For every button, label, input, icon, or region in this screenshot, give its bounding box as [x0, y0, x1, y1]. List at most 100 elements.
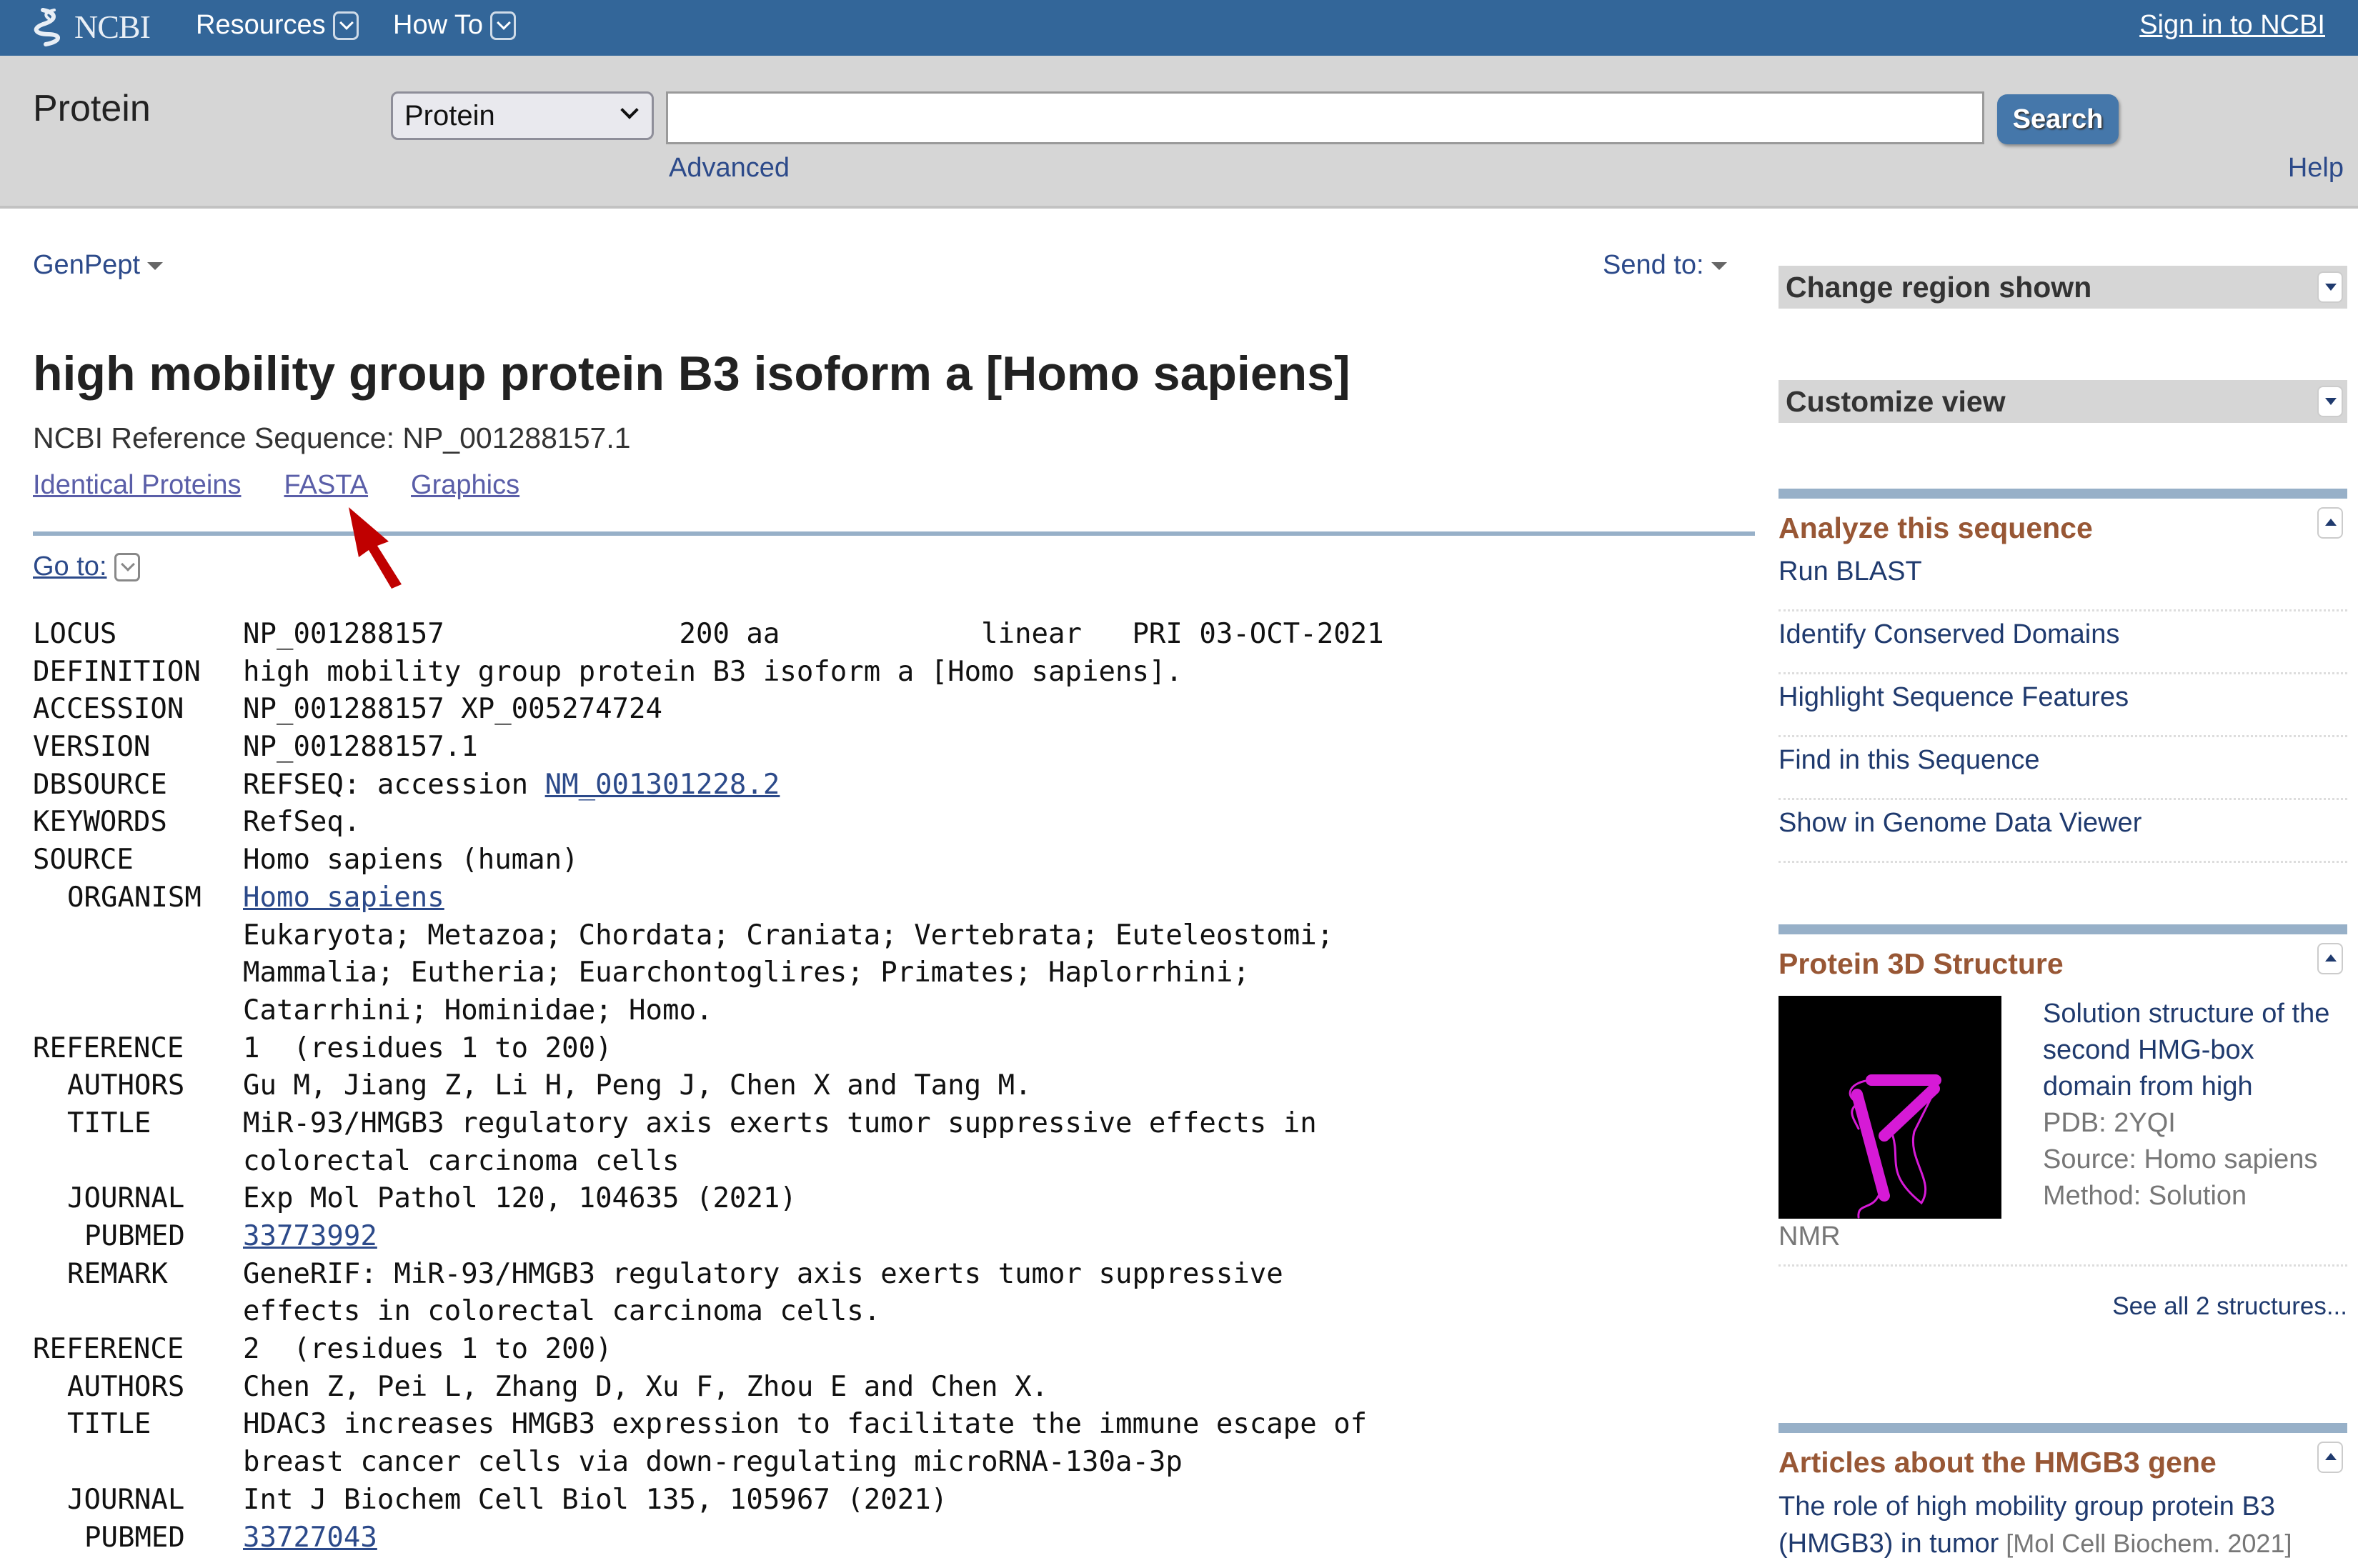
record-field-value: GeneRIF: MiR-93/HMGB3 regulatory axis ex… — [243, 1257, 1283, 1290]
graphics-link[interactable]: Graphics — [411, 470, 519, 501]
collapse-icon[interactable] — [2317, 943, 2343, 974]
record-field-key: VERSION — [33, 731, 151, 764]
format-selector[interactable]: GenPept — [33, 250, 163, 281]
article-item[interactable]: The role of high mobility group protein … — [1779, 1489, 2347, 1562]
structure-thumbnail[interactable] — [1779, 996, 2001, 1219]
record-field-key — [33, 1444, 243, 1482]
record-field-key: AUTHORS — [67, 1069, 185, 1102]
record-field-key: TITLE — [67, 1107, 151, 1139]
record-field-value: high mobility group protein B3 isoform a… — [243, 655, 1183, 688]
record-field-value: Gu M, Jiang Z, Li H, Peng J, Chen X and … — [243, 1069, 1032, 1102]
record-field-value: NP_001288157 200 aa linear PRI 03-OCT-20… — [243, 618, 1384, 650]
record-field-key: TITLE — [67, 1408, 151, 1441]
help-link[interactable]: Help — [2288, 153, 2344, 184]
database-select[interactable]: Protein — [391, 91, 654, 140]
record-link[interactable]: 33773992 — [243, 1218, 377, 1256]
record-field-value: Catarrhini; Hominidae; Homo. — [243, 994, 713, 1027]
record-row: effects in colorectal carcinoma cells. — [33, 1293, 1384, 1331]
customize-view-panel[interactable]: Customize view — [1779, 380, 2347, 423]
record-field-value: 1 (residues 1 to 200) — [243, 1032, 612, 1064]
record-field-value: HDAC3 increases HMGB3 expression to faci… — [243, 1408, 1368, 1441]
record-row: ORGANISM Homo sapiens — [33, 879, 1384, 917]
record-field-value: 2 (residues 1 to 200) — [243, 1333, 612, 1366]
ncbi-logo-text: NCBI — [74, 8, 151, 45]
caret-down-icon — [147, 262, 163, 271]
run-blast-link[interactable]: Run BLAST — [1779, 549, 2347, 611]
structure-name-link[interactable]: Solution structure of the second HMG-box… — [2043, 996, 2347, 1105]
annotation-arrow-icon — [349, 507, 402, 589]
record-field-value: Mammalia; Eutheria; Euarchontoglires; Pr… — [243, 957, 1250, 989]
chevron-down-icon — [114, 552, 140, 581]
genome-data-viewer-link[interactable]: Show in Genome Data Viewer — [1779, 800, 2347, 863]
record-row: ACCESSION NP_001288157 XP_005274724 — [33, 691, 1384, 729]
go-to-menu[interactable]: Go to: — [33, 551, 140, 582]
record-field-value: RefSeq. — [243, 806, 361, 839]
customize-view-header[interactable]: Customize view — [1779, 380, 2347, 423]
find-in-sequence-link[interactable]: Find in this Sequence — [1779, 737, 2347, 800]
customize-view-label: Customize view — [1786, 385, 2006, 418]
record-row: AUTHORS Gu M, Jiang Z, Li H, Peng J, Chen… — [33, 1067, 1384, 1105]
collapse-icon[interactable] — [2317, 1442, 2343, 1473]
portlet-title: Articles about the HMGB3 gene — [1779, 1442, 2347, 1483]
chevron-down-icon — [490, 11, 517, 40]
record-field-value: colorectal carcinoma cells — [243, 1144, 680, 1177]
record-link[interactable]: Homo sapiens — [243, 879, 444, 917]
search-button[interactable]: Search — [1997, 94, 2119, 144]
portlet-divider — [1779, 489, 2347, 499]
record-row: PUBMED 33773992 — [33, 1218, 1384, 1256]
send-to-label: Send to: — [1603, 250, 1704, 280]
structure-method-continued: NMR — [1779, 1219, 2347, 1267]
identify-conserved-domains-link[interactable]: Identify Conserved Domains — [1779, 611, 2347, 674]
send-to-menu[interactable]: Send to: — [1603, 250, 1727, 281]
genpept-record: LOCUS NP_001288157 200 aa linear PRI 03-O… — [33, 616, 1384, 1557]
chevron-down-icon — [620, 101, 639, 119]
record-row: SOURCE Homo sapiens (human) — [33, 842, 1384, 879]
record-field-key: JOURNAL — [67, 1483, 185, 1516]
go-to-label: Go to: — [33, 551, 107, 581]
change-region-header[interactable]: Change region shown — [1779, 266, 2347, 309]
record-field-key — [33, 954, 243, 992]
collapse-icon[interactable] — [2317, 507, 2343, 539]
search-input[interactable] — [666, 91, 1984, 144]
record-field-key: REFERENCE — [33, 1032, 184, 1064]
record-field-key: PUBMED — [84, 1521, 185, 1554]
fasta-link[interactable]: FASTA — [284, 470, 369, 501]
record-field-key: SOURCE — [33, 844, 134, 877]
record-link[interactable]: NM_001301228.2 — [545, 766, 780, 804]
record-row: REFERENCE 2 (residues 1 to 200) — [33, 1331, 1384, 1369]
record-row: KEYWORDS RefSeq. — [33, 804, 1384, 842]
section-divider — [33, 531, 1755, 536]
top-navigation-bar: NCBI Resources How To Sign in to NCBI — [0, 0, 2358, 56]
record-field-value: Homo sapiens (human) — [243, 844, 579, 877]
search-bar: Protein Protein Search Advanced Help — [0, 56, 2358, 209]
protein-3d-structure-portlet: Protein 3D Structure Solution structure … — [1779, 924, 2347, 1321]
see-all-structures-link[interactable]: See all 2 structures... — [1779, 1292, 2347, 1321]
structure-pdb-id: PDB: 2YQI — [2043, 1108, 2176, 1138]
record-row: Catarrhini; Hominidae; Homo. — [33, 992, 1384, 1030]
highlight-sequence-features-link[interactable]: Highlight Sequence Features — [1779, 674, 2347, 737]
portlet-title: Analyze this sequence — [1779, 507, 2347, 549]
record-row: breast cancer cells via down-regulating … — [33, 1444, 1384, 1482]
how-to-menu-label: How To — [393, 10, 484, 40]
sign-in-link[interactable]: Sign in to NCBI — [2139, 10, 2325, 41]
record-field-value: Exp Mol Pathol 120, 104635 (2021) — [243, 1182, 797, 1215]
change-region-panel[interactable]: Change region shown — [1779, 266, 2347, 309]
dna-helix-icon — [34, 8, 60, 46]
advanced-search-link[interactable]: Advanced — [669, 153, 790, 184]
resources-menu[interactable]: Resources — [196, 10, 359, 41]
identical-proteins-link[interactable]: Identical Proteins — [33, 470, 242, 501]
how-to-menu[interactable]: How To — [393, 10, 517, 41]
structure-info: Solution structure of the second HMG-box… — [2043, 996, 2347, 1219]
database-title: Protein — [33, 88, 151, 129]
record-field-key: PUBMED — [84, 1220, 185, 1252]
expand-icon[interactable] — [2317, 271, 2343, 303]
record-field-value: MiR-93/HMGB3 regulatory axis exerts tumo… — [243, 1107, 1317, 1139]
record-field-key — [33, 992, 243, 1030]
structure-item: Solution structure of the second HMG-box… — [1779, 996, 2347, 1219]
record-row: Mammalia; Eutheria; Euarchontoglires; Pr… — [33, 954, 1384, 992]
expand-icon[interactable] — [2317, 386, 2343, 417]
record-field-key: DEFINITION — [33, 655, 201, 688]
ncbi-logo[interactable]: NCBI — [33, 4, 151, 49]
record-field-key — [33, 1293, 243, 1331]
record-link[interactable]: 33727043 — [243, 1519, 377, 1557]
